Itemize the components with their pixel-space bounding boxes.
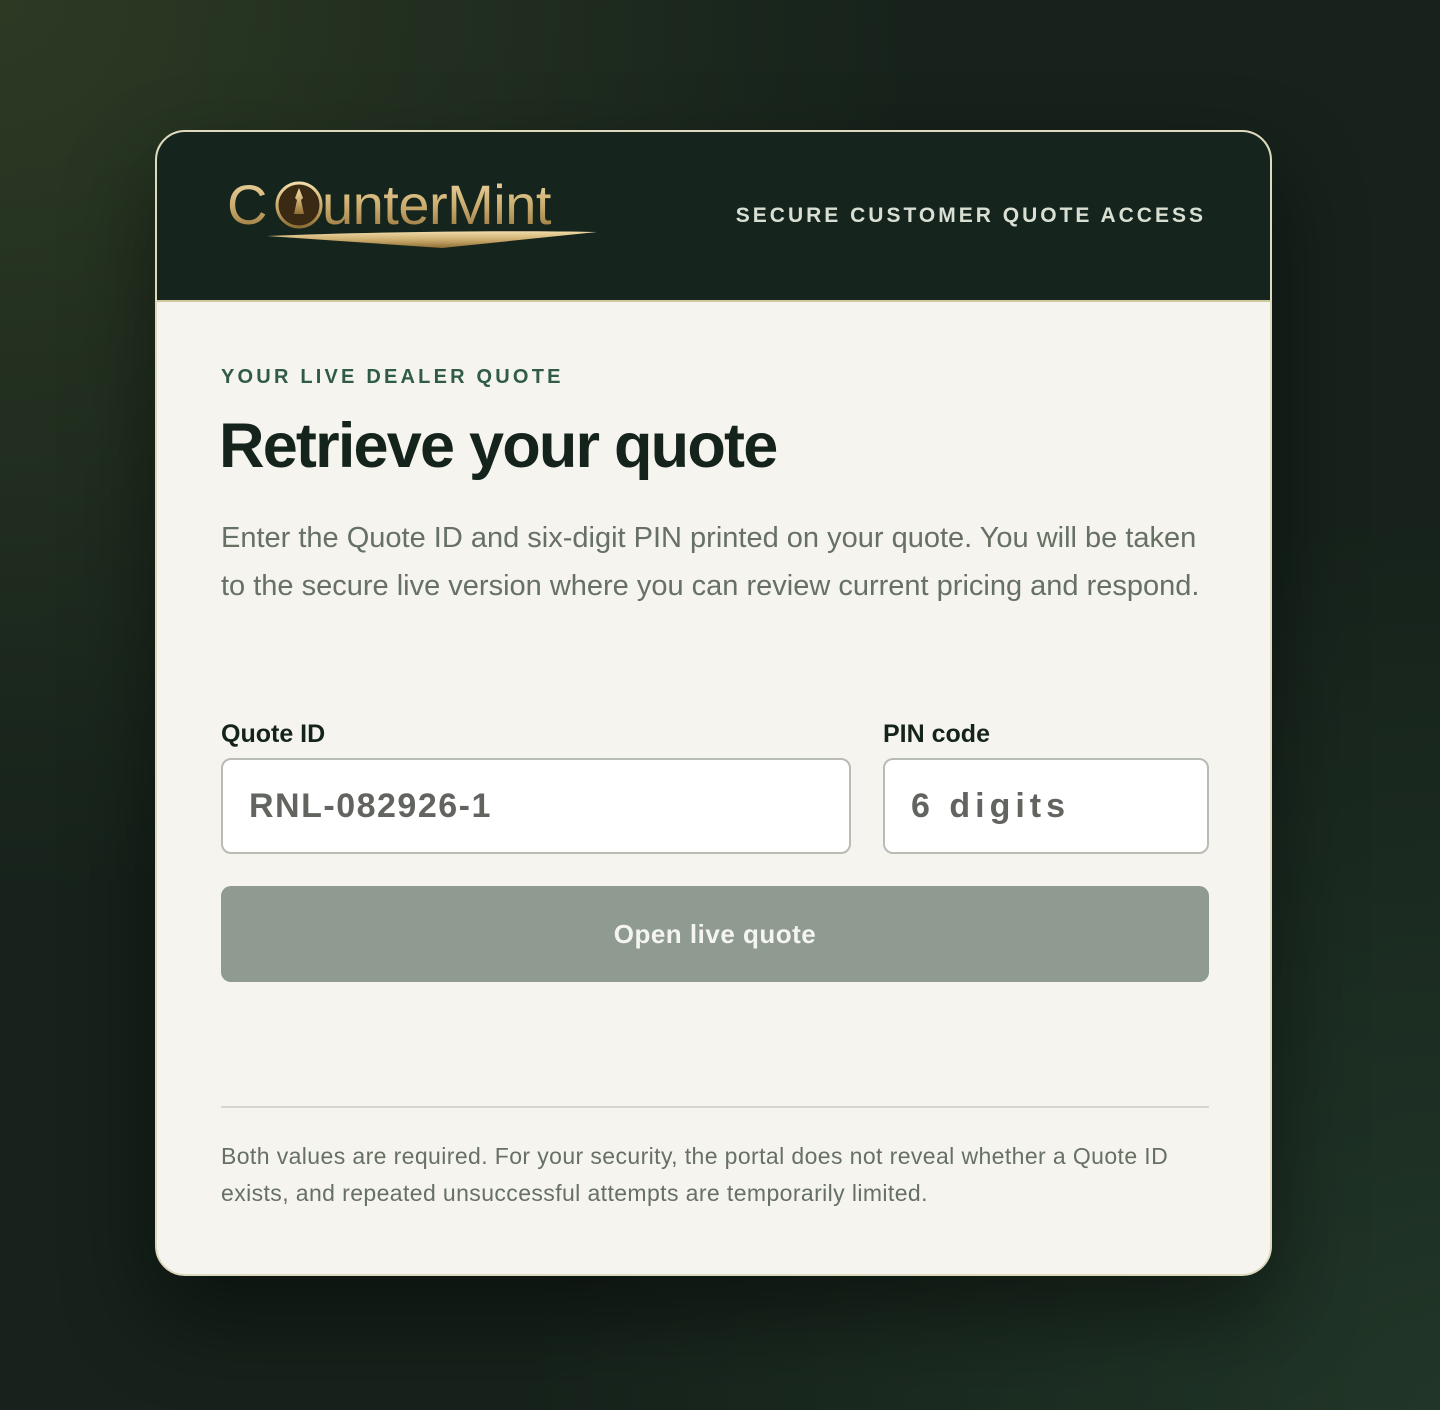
pin-input[interactable]: 6 digits [883, 758, 1209, 854]
header-tagline: SECURE CUSTOMER QUOTE ACCESS [735, 204, 1206, 227]
pin-label: PIN code [883, 720, 990, 748]
quote-id-input[interactable]: RNL-082926-1 [221, 758, 851, 854]
open-live-quote-button[interactable]: Open live quote [221, 886, 1209, 982]
countermint-logo: C unterMint [227, 173, 597, 248]
svg-text:C: C [227, 173, 267, 236]
eyebrow: YOUR LIVE DEALER QUOTE [221, 366, 564, 388]
card-header: C unterMint SECURE CUSTOMER QUOTE ACCESS [157, 132, 1270, 302]
security-note: Both values are required. For your secur… [221, 1143, 1169, 1206]
quote-access-card: C unterMint SECURE CUSTOMER QUOTE ACCESS… [155, 130, 1272, 1276]
svg-text:unterMint: unterMint [322, 173, 552, 236]
divider [221, 1106, 1209, 1108]
quote-id-label: Quote ID [221, 720, 326, 748]
page-title: Retrieve your quote [219, 411, 778, 481]
description: Enter the Quote ID and six-digit PIN pri… [221, 522, 1200, 602]
